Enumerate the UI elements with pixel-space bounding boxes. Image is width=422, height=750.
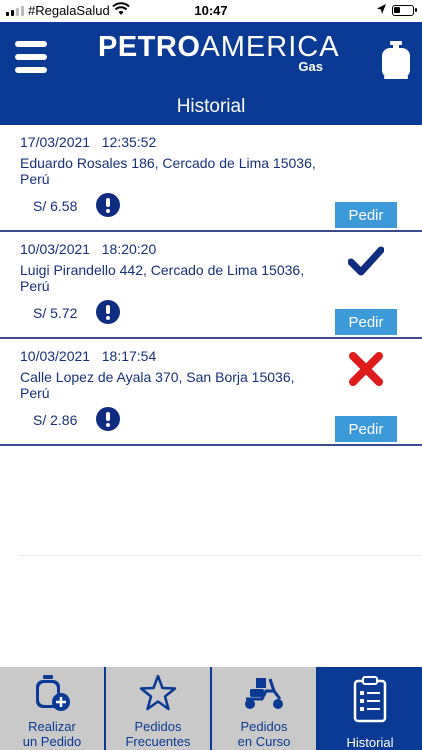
order-address: Luigi Pirandello 442, Cercado de Lima 15…: [20, 262, 305, 294]
order-price: S/ 2.86: [33, 412, 78, 428]
order-address: Eduardo Rosales 186, Cercado de Lima 150…: [20, 155, 316, 187]
warning-icon[interactable]: [96, 407, 120, 431]
warning-icon[interactable]: [96, 193, 120, 217]
page-title: Historial: [176, 96, 246, 117]
brand-bold: PETRO: [98, 31, 201, 63]
tab-label: Historial: [346, 735, 394, 750]
divider: [20, 555, 422, 556]
tab-label: Realizar un Pedido: [22, 719, 82, 749]
reorder-button[interactable]: Pedir: [335, 202, 397, 228]
app-header: PETROAMERICA Gas Historial: [0, 22, 422, 125]
order-price: S/ 6.58: [33, 198, 78, 214]
tab-pedidos-en-curso[interactable]: Pedidos en Curso: [212, 667, 316, 750]
reorder-button[interactable]: Pedir: [335, 416, 397, 442]
order-address: Calle Lopez de Ayala 370, San Borja 1503…: [20, 369, 295, 401]
brand-sub: Gas: [298, 59, 323, 74]
order-datetime: 10/03/2021 18:20:20: [20, 241, 157, 257]
order-item: 10/03/2021 18:20:20 Luigi Pirandello 442…: [0, 232, 422, 339]
order-price: S/ 5.72: [33, 305, 78, 321]
battery-icon: [392, 5, 417, 16]
brand-logo: PETROAMERICA Gas: [98, 31, 339, 76]
gas-cylinder-icon[interactable]: [379, 40, 413, 80]
star-icon: [139, 674, 177, 711]
order-datetime: 17/03/2021 12:35:52: [20, 134, 157, 150]
status-bar: #RegalaSalud 10:47: [0, 0, 422, 22]
order-item: 10/03/2021 18:17:54 Calle Lopez de Ayala…: [0, 339, 422, 446]
location-arrow-icon: [377, 4, 386, 14]
check-icon: [348, 246, 384, 276]
clock: 10:47: [194, 3, 228, 18]
order-datetime: 10/03/2021 18:17:54: [20, 348, 157, 364]
tab-realizar-pedido[interactable]: Realizar un Pedido: [0, 667, 104, 750]
reorder-button[interactable]: Pedir: [335, 309, 397, 335]
clipboard-list-icon: [353, 676, 387, 723]
cross-icon: [349, 352, 383, 386]
order-item: 17/03/2021 12:35:52 Eduardo Rosales 186,…: [0, 125, 422, 232]
tab-pedidos-frecuentes[interactable]: Pedidos Frecuentes: [106, 667, 210, 750]
tab-label: Pedidos en Curso: [237, 719, 291, 749]
warning-icon[interactable]: [96, 300, 120, 324]
tab-label: Pedidos Frecuentes: [125, 719, 191, 749]
order-history-list: 17/03/2021 12:35:52 Eduardo Rosales 186,…: [0, 125, 422, 446]
delivery-scooter-icon: [245, 678, 283, 709]
bottom-tab-bar: Realizar un Pedido Pedidos Frecuentes Pedi…: [0, 667, 422, 750]
tab-historial[interactable]: Historial: [318, 667, 422, 750]
menu-button[interactable]: [15, 41, 47, 73]
gas-cylinder-add-icon: [36, 675, 70, 711]
